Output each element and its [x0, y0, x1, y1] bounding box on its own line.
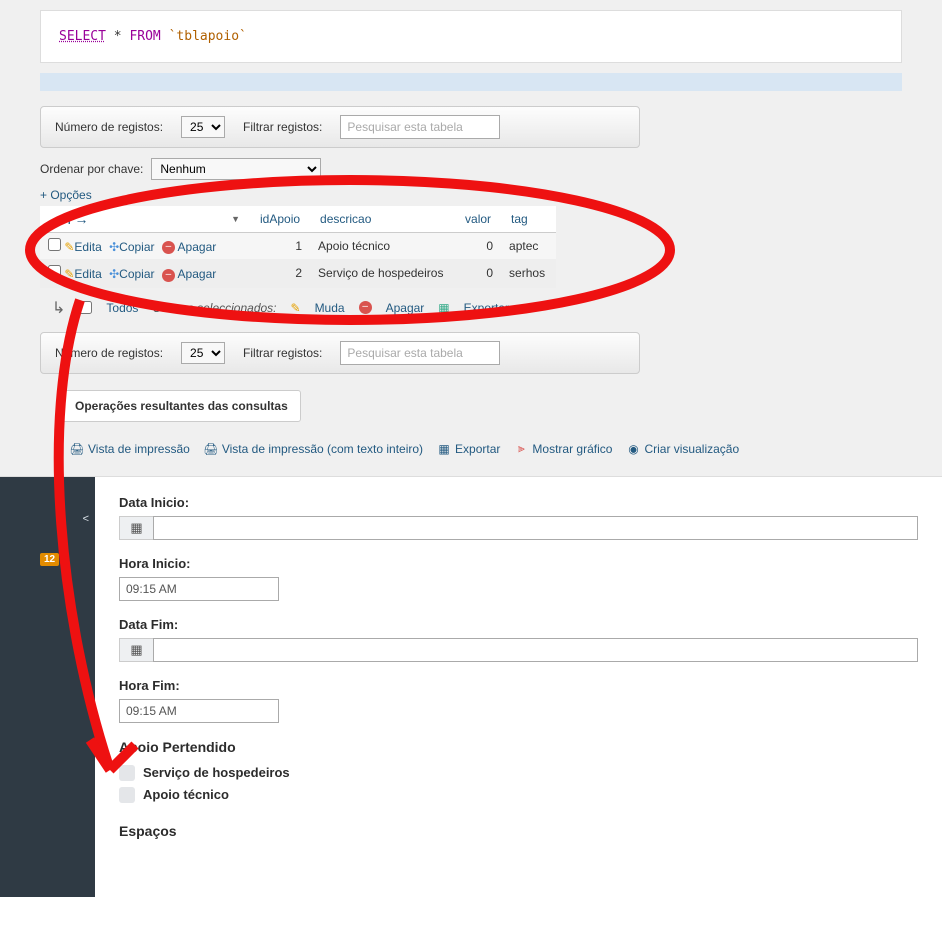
exportar-link[interactable]: Exportar [464, 301, 509, 315]
pencil-icon: ✎ [64, 267, 74, 281]
delete-icon: – [162, 269, 175, 282]
cell-descricao: Serviço de hospedeiros [310, 260, 455, 287]
sql-keyword-select: SELECT [59, 29, 106, 44]
delete-link[interactable]: Apagar [178, 267, 217, 281]
cell-valor: 0 [455, 260, 501, 287]
actions-header[interactable]: ←T→ ▼ [40, 206, 250, 233]
apoio-option-label: Apoio técnico [143, 787, 229, 802]
checkbox-icon[interactable] [119, 765, 135, 781]
sort-select[interactable]: Nenhum [151, 158, 321, 180]
records-toolbar-top: Número de registos: 25 Filtrar registos: [40, 106, 640, 148]
printer-icon: 🖨 [70, 442, 84, 456]
pencil-icon: ✎ [64, 240, 74, 254]
col-valor[interactable]: valor [455, 206, 501, 233]
sort-label: Ordenar por chave: [40, 162, 143, 176]
print-view-link[interactable]: 🖨Vista de impressão [70, 442, 190, 456]
check-all[interactable] [79, 301, 92, 314]
num-registos-select-bottom[interactable]: 25 [181, 342, 225, 364]
header-arrows-icon: ←T→ [50, 211, 90, 227]
cell-tag: serhos [501, 260, 556, 287]
calendar-icon[interactable]: ▦ [119, 516, 153, 540]
pencil-icon: ✎ [291, 301, 301, 315]
sql-query-box: SELECT * FROM `tblapoio` [40, 10, 902, 63]
apoio-heading: Apoio Pertendido [119, 739, 918, 755]
apagar-link[interactable]: Apagar [386, 301, 425, 315]
ops-links-row: 🖨Vista de impressão 🖨Vista de impressão … [70, 442, 902, 456]
todos-link[interactable]: Todos [106, 301, 138, 315]
num-registos-label: Número de registos: [55, 120, 163, 134]
copy-icon: ✣ [109, 267, 119, 281]
data-inicio-label: Data Inicio: [119, 495, 918, 510]
delete-icon: – [359, 301, 372, 314]
copy-link[interactable]: Copiar [119, 240, 154, 254]
cell-descricao: Apoio técnico [310, 233, 455, 260]
print-full-link[interactable]: 🖨Vista de impressão (com texto inteiro) [204, 442, 423, 456]
calendar-icon[interactable]: ▦ [119, 638, 153, 662]
num-registos-label: Número de registos: [55, 346, 163, 360]
sort-triangle-icon: ▼ [231, 214, 240, 224]
mostrar-grafico-link[interactable]: ⫸Mostrar gráfico [514, 442, 612, 456]
export-icon: ▦ [437, 442, 451, 456]
sidebar-collapse-icon[interactable]: < [83, 513, 89, 525]
dark-sidebar: < 12 [0, 477, 95, 897]
row-checkbox[interactable] [48, 265, 61, 278]
up-arrow-icon: ↳ [52, 298, 65, 318]
filtrar-label: Filtrar registos: [243, 120, 322, 134]
filtrar-input-top[interactable] [340, 115, 500, 139]
sort-row: Ordenar por chave: Nenhum [40, 158, 902, 180]
apoio-option[interactable]: Serviço de hospedeiros [119, 765, 918, 781]
message-bar [40, 73, 902, 91]
filtrar-label: Filtrar registos: [243, 346, 322, 360]
edit-link[interactable]: Edita [74, 267, 101, 281]
col-idapoio[interactable]: idApoio [250, 206, 310, 233]
criar-visualizacao-link[interactable]: ◉Criar visualização [626, 442, 739, 456]
col-descricao[interactable]: descricao [310, 206, 455, 233]
cell-tag: aptec [501, 233, 556, 260]
apoio-option[interactable]: Apoio técnico [119, 787, 918, 803]
delete-link[interactable]: Apagar [178, 240, 217, 254]
delete-icon: – [162, 241, 175, 254]
records-toolbar-bottom: Número de registos: 25 Filtrar registos: [40, 332, 640, 374]
ops-title-box: Operações resultantes das consultas [62, 390, 301, 422]
edit-link[interactable]: Edita [74, 240, 101, 254]
cell-valor: 0 [455, 233, 501, 260]
table-row: ✎Edita ✣Copiar – Apagar 1 Apoio técnico … [40, 233, 556, 260]
opcoes-toggle[interactable]: + Opções [40, 188, 902, 202]
copy-icon: ✣ [109, 240, 119, 254]
hora-fim-label: Hora Fim: [119, 678, 918, 693]
data-fim-label: Data Fim: [119, 617, 918, 632]
below-table-actions: ↳ Todos Com os seleccionados: ✎ Muda – Ap… [52, 298, 902, 318]
form-section: < 12 Data Inicio: ▦ Hora Inicio: Data Fi… [0, 477, 942, 897]
cell-id: 2 [250, 260, 310, 287]
hora-inicio-label: Hora Inicio: [119, 556, 918, 571]
row-checkbox[interactable] [48, 238, 61, 251]
com-os-label: Com os seleccionados: [152, 301, 276, 315]
exportar-ops-link[interactable]: ▦Exportar [437, 442, 500, 456]
cell-id: 1 [250, 233, 310, 260]
espacos-heading: Espaços [119, 823, 918, 839]
hora-fim-input[interactable] [119, 699, 279, 723]
eye-icon: ◉ [626, 442, 640, 456]
num-registos-select[interactable]: 25 [181, 116, 225, 138]
hora-inicio-input[interactable] [119, 577, 279, 601]
sql-table-name: `tblapoio` [169, 29, 247, 44]
sql-keyword-from: FROM [129, 29, 160, 44]
export-icon: ▦ [438, 301, 449, 315]
results-table: ←T→ ▼ idApoio descricao valor tag ✎Edita… [40, 206, 556, 288]
sidebar-badge[interactable]: 12 [40, 553, 59, 566]
filtrar-input-bottom[interactable] [340, 341, 500, 365]
data-fim-input[interactable] [153, 638, 918, 662]
data-inicio-input[interactable] [153, 516, 918, 540]
sql-star: * [114, 29, 122, 44]
printer-icon: 🖨 [204, 442, 218, 456]
checkbox-icon[interactable] [119, 787, 135, 803]
chart-icon: ⫸ [514, 442, 528, 456]
muda-link[interactable]: Muda [315, 301, 345, 315]
table-row: ✎Edita ✣Copiar – Apagar 2 Serviço de hos… [40, 260, 556, 287]
copy-link[interactable]: Copiar [119, 267, 154, 281]
col-tag[interactable]: tag [501, 206, 556, 233]
apoio-option-label: Serviço de hospedeiros [143, 765, 290, 780]
